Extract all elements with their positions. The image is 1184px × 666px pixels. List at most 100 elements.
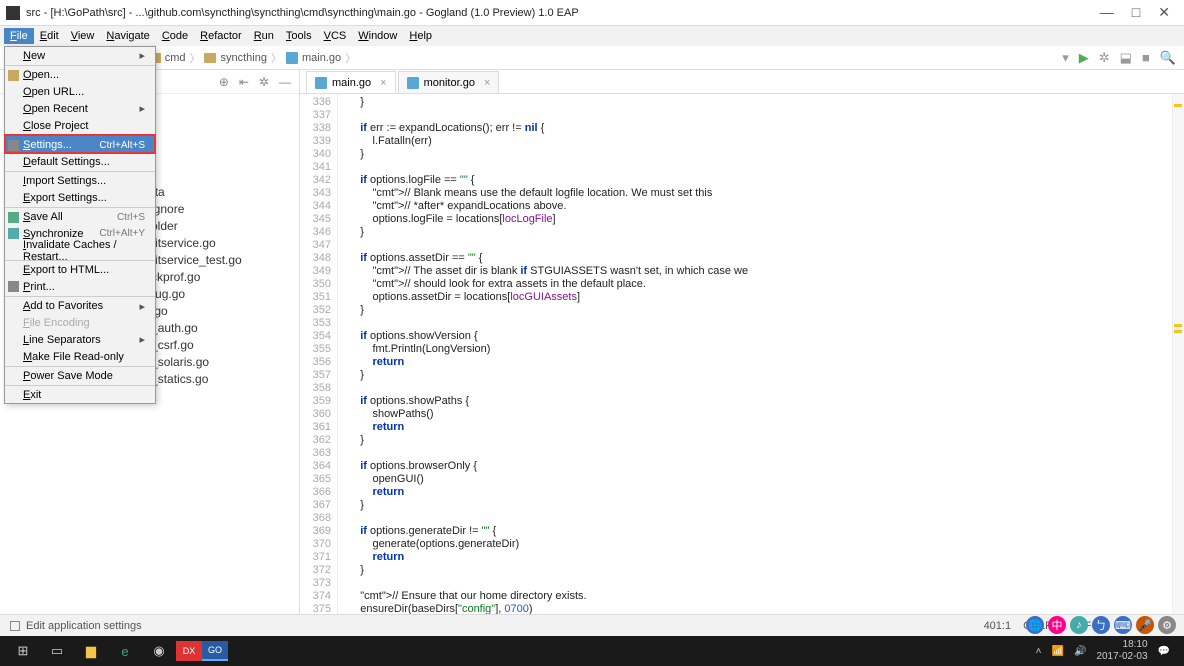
char-icon[interactable]: ㄅ: [1092, 616, 1110, 634]
tool-window-icon[interactable]: [10, 621, 20, 631]
explorer-icon[interactable]: ▆: [74, 638, 108, 664]
menubar: FileEditViewNavigateCodeRefactorRunTools…: [0, 26, 1184, 46]
warning-marker[interactable]: [1174, 324, 1182, 327]
notifications-icon[interactable]: 💬: [1158, 646, 1170, 657]
maximize-button[interactable]: □: [1132, 4, 1140, 21]
task-view-button[interactable]: ▭: [40, 638, 74, 664]
breadcrumb-item[interactable]: syncthing: [220, 52, 266, 64]
sound-icon[interactable]: ♪: [1070, 616, 1088, 634]
menu-item-default-settings[interactable]: Default Settings...: [5, 153, 155, 170]
wifi-icon[interactable]: 📶: [1051, 646, 1063, 657]
menu-run[interactable]: Run: [248, 28, 280, 44]
statusbar: Edit application settings 401:1 CRLF‡ UT…: [0, 614, 1184, 636]
cursor-position[interactable]: 401:1: [984, 620, 1012, 632]
editor-tabs: main.go×monitor.go×: [300, 70, 1184, 94]
error-stripe[interactable]: [1172, 94, 1184, 614]
go-file-icon: [286, 52, 298, 64]
menu-item-export-settings[interactable]: Export Settings...: [5, 189, 155, 206]
menu-help[interactable]: Help: [403, 28, 438, 44]
menu-tools[interactable]: Tools: [280, 28, 318, 44]
save-icon: [8, 212, 19, 223]
run-button[interactable]: ▶: [1079, 50, 1089, 66]
float-tools: 🌐 中 ♪ ㄅ ⌨ 🎤 ⚙: [1026, 616, 1176, 634]
folder-icon: [204, 53, 216, 63]
mic-icon[interactable]: 🎤: [1136, 616, 1154, 634]
menu-item-invalidate-caches-restart[interactable]: Invalidate Caches / Restart...: [5, 242, 155, 259]
debug-button[interactable]: ✲: [1099, 50, 1110, 66]
settings-gear-icon[interactable]: ✲: [259, 75, 269, 89]
navigation-bar: ▸ ing〉syncthing〉cmd〉syncthing〉main.go〉 ▾…: [0, 46, 1184, 70]
collapse-icon[interactable]: ⇤: [239, 75, 249, 89]
menu-item-export-to-html[interactable]: Export to HTML...: [5, 260, 155, 278]
tray-up-icon[interactable]: ˄: [1036, 646, 1042, 657]
menu-item-make-file-read-only[interactable]: Make File Read-only: [5, 348, 155, 365]
clock[interactable]: 18:10 2017-02-03: [1096, 639, 1147, 663]
pinyin-icon[interactable]: 中: [1048, 616, 1066, 634]
coverage-button[interactable]: ⬓: [1120, 50, 1132, 66]
menu-item-import-settings[interactable]: Import Settings...: [5, 171, 155, 189]
submenu-arrow-icon: ▸: [139, 300, 145, 313]
volume-icon[interactable]: 🔊: [1074, 646, 1086, 657]
menu-item-close-project[interactable]: Close Project: [5, 117, 155, 134]
dx-icon[interactable]: DX: [176, 641, 202, 661]
menu-vcs[interactable]: VCS: [318, 28, 353, 44]
scroll-from-source-icon[interactable]: ⊕: [219, 75, 229, 89]
menu-item-open-recent[interactable]: Open Recent▸: [5, 100, 155, 117]
warning-marker[interactable]: [1174, 330, 1182, 333]
window-controls: — □ ✕: [1100, 4, 1178, 21]
nav-toolbar: ▾ ▶ ✲ ⬓ ■ 🔍: [1062, 50, 1176, 66]
gear-icon[interactable]: ⚙: [1158, 616, 1176, 634]
breadcrumb-item[interactable]: cmd: [165, 52, 186, 64]
taskbar: ⊞ ▭ ▆ e ◉ DX GO ˄ 📶 🔊 18:10 2017-02-03 💬: [0, 636, 1184, 666]
stop-button[interactable]: ■: [1142, 50, 1150, 66]
menu-item-print[interactable]: Print...: [5, 278, 155, 295]
settings-icon: [8, 140, 19, 151]
menu-edit[interactable]: Edit: [34, 28, 65, 44]
app-window: src - [H:\GoPath\src] - ...\github.com\s…: [0, 0, 1184, 636]
menu-item-save-all[interactable]: Save AllCtrl+S: [5, 207, 155, 225]
chrome-icon[interactable]: ◉: [142, 638, 176, 664]
open-icon: [8, 70, 19, 81]
close-tab-icon[interactable]: ×: [380, 77, 386, 89]
menu-refactor[interactable]: Refactor: [194, 28, 248, 44]
editor-tab[interactable]: monitor.go×: [398, 71, 500, 93]
menu-item-open-url[interactable]: Open URL...: [5, 83, 155, 100]
menu-item-power-save-mode[interactable]: Power Save Mode: [5, 366, 155, 384]
edge-icon[interactable]: e: [108, 638, 142, 664]
search-button[interactable]: 🔍: [1160, 50, 1176, 66]
go-file-icon: [407, 77, 419, 89]
status-message: Edit application settings: [26, 620, 142, 632]
menu-item-exit[interactable]: Exit: [5, 385, 155, 403]
menu-code[interactable]: Code: [156, 28, 194, 44]
close-tab-icon[interactable]: ×: [484, 77, 490, 89]
file-menu: New▸Open...Open URL...Open Recent▸Close …: [4, 46, 156, 404]
hide-icon[interactable]: —: [279, 75, 291, 89]
menu-window[interactable]: Window: [352, 28, 403, 44]
globe-icon[interactable]: 🌐: [1026, 616, 1044, 634]
warning-marker[interactable]: [1174, 104, 1182, 107]
menu-file[interactable]: File: [4, 28, 34, 44]
code-area[interactable]: } if err := expandLocations(); err != ni…: [338, 94, 1184, 614]
close-button[interactable]: ✕: [1158, 4, 1170, 21]
menu-view[interactable]: View: [65, 28, 101, 44]
start-button[interactable]: ⊞: [6, 638, 40, 664]
menu-item-new[interactable]: New▸: [5, 47, 155, 64]
submenu-arrow-icon: ▸: [139, 102, 145, 115]
breadcrumb-item[interactable]: main.go: [302, 52, 341, 64]
main-body: ⊕ ⇤ ✲ — srv▸stsigtool▸stvanity▸stwatchfi…: [0, 70, 1184, 614]
minimize-button[interactable]: —: [1100, 4, 1114, 21]
menu-navigate[interactable]: Navigate: [100, 28, 155, 44]
menu-item-line-separators[interactable]: Line Separators▸: [5, 331, 155, 348]
editor-tab[interactable]: main.go×: [306, 71, 396, 93]
gogland-taskbar-icon[interactable]: GO: [202, 641, 228, 661]
system-tray: ˄ 📶 🔊 18:10 2017-02-03 💬: [1036, 639, 1178, 663]
run-dropdown[interactable]: ▾: [1062, 50, 1069, 66]
keyboard-icon[interactable]: ⌨: [1114, 616, 1132, 634]
gutter: 336 337 338 339 340 341 342 343 344 345 …: [300, 94, 338, 614]
submenu-arrow-icon: ▸: [139, 49, 145, 62]
menu-item-open[interactable]: Open...: [5, 65, 155, 83]
window-title: src - [H:\GoPath\src] - ...\github.com\s…: [26, 7, 1100, 19]
menu-item-add-to-favorites[interactable]: Add to Favorites▸: [5, 296, 155, 314]
editor: 336 337 338 339 340 341 342 343 344 345 …: [300, 94, 1184, 614]
menu-item-settings[interactable]: Settings...Ctrl+Alt+S: [5, 135, 155, 153]
